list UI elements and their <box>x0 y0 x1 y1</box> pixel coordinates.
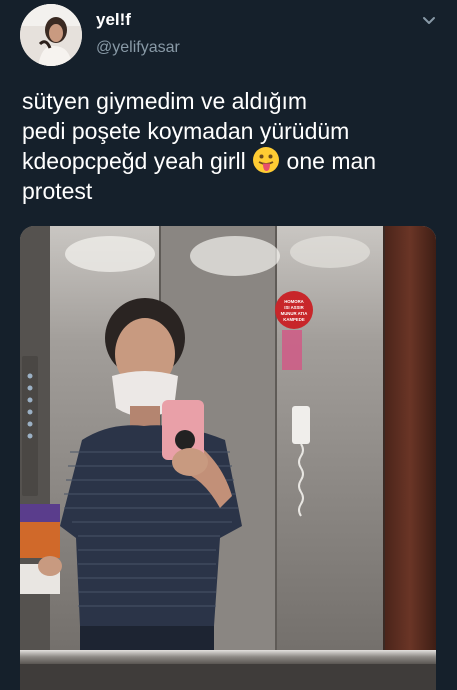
chevron-down-icon[interactable] <box>420 12 438 30</box>
tweet-text-line: pedi poşete koymadan yürüdüm <box>22 118 350 144</box>
tweet-header: yel!f @yelifyasar <box>0 0 457 80</box>
tweet-text-segment: one man <box>280 148 377 174</box>
tweet-photo[interactable]: HOMORA ISI ASSIR MUNUR ATIA KAMPEDE <box>20 226 436 690</box>
tweet-text-segment: kdeopcpeğd yeah girll <box>22 148 246 174</box>
sign-text: KAMPEDE <box>283 317 305 322</box>
face-with-tongue-emoji <box>252 146 280 174</box>
tweet-text-line: kdeopcpeğd yeah girll one man <box>22 146 442 176</box>
tweet-text-line: sütyen giymedim ve aldığım <box>22 88 308 114</box>
sign-text: ISI ASSIR <box>284 305 304 310</box>
tweet-card[interactable]: yel!f @yelifyasar sütyen giymedim ve ald… <box>0 0 457 690</box>
tweet-text: sütyen giymedim ve aldığım pedi poşete k… <box>22 86 442 206</box>
display-name[interactable]: yel!f <box>96 10 131 30</box>
sign-text: HOMORA <box>284 299 304 304</box>
avatar[interactable] <box>20 4 82 66</box>
user-handle[interactable]: @yelifyasar <box>96 39 180 57</box>
sign-text: MUNUR ATIA <box>281 311 308 316</box>
tweet-text-line: protest <box>22 178 93 204</box>
